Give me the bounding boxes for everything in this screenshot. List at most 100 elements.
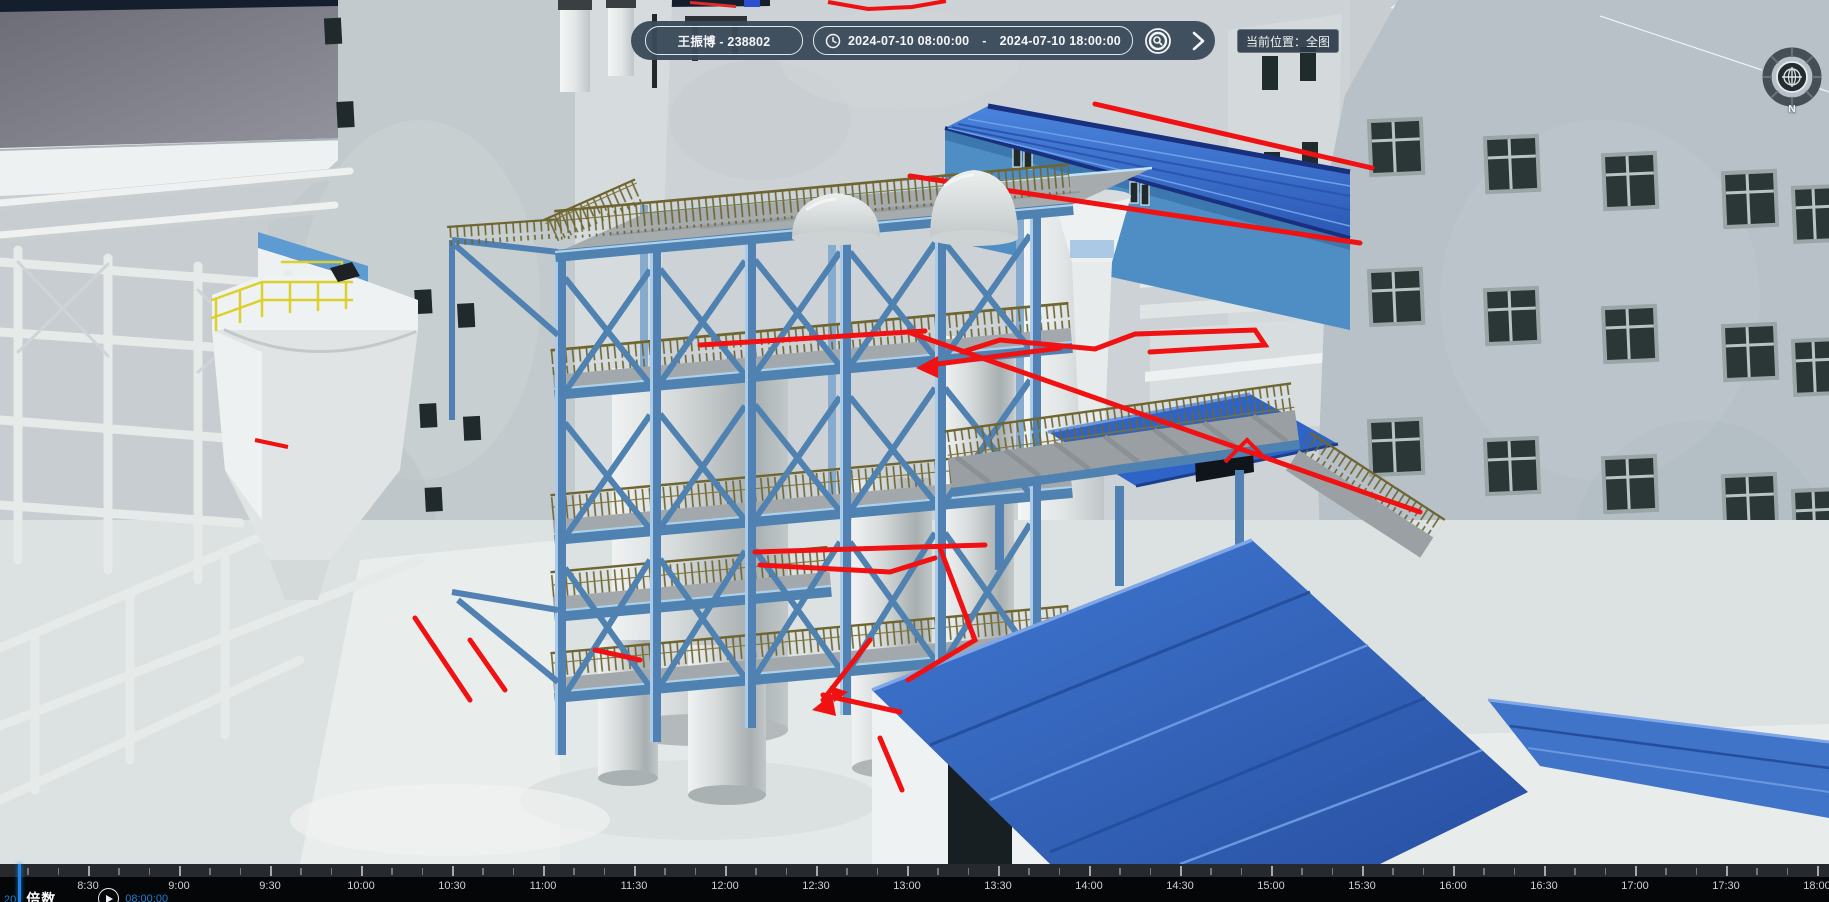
timeline-tick bbox=[725, 866, 727, 876]
timeline-tick bbox=[58, 868, 60, 875]
timeline-tick bbox=[149, 868, 151, 875]
timeline-ruler[interactable] bbox=[0, 864, 1829, 877]
timeline-tick bbox=[1241, 868, 1243, 875]
timeline-tick bbox=[1726, 866, 1728, 876]
timeline-time-label: 9:30 bbox=[259, 880, 280, 892]
timeline-tick bbox=[118, 868, 120, 875]
timeline-time-label: 10:30 bbox=[438, 880, 466, 892]
current-location-text: 当前位置：全图 bbox=[1246, 33, 1330, 50]
timeline-tick bbox=[1059, 868, 1061, 875]
time-separator: - bbox=[982, 34, 986, 48]
timeline-tick bbox=[422, 868, 424, 875]
timeline-tick bbox=[1483, 868, 1485, 875]
timeline-tick bbox=[1028, 868, 1030, 875]
play-button[interactable] bbox=[98, 888, 119, 902]
timeline-tick bbox=[1756, 868, 1758, 875]
timeline-time-label: 16:30 bbox=[1530, 880, 1558, 892]
timeline-tick bbox=[695, 868, 697, 875]
timeline-time-label: 15:30 bbox=[1348, 880, 1376, 892]
timeline-tick bbox=[1574, 868, 1576, 875]
timeline-time-label: 12:00 bbox=[711, 880, 739, 892]
timeline-tick bbox=[786, 868, 788, 875]
timeline-tick bbox=[1271, 866, 1273, 876]
person-selector[interactable]: 王振博 - 238802 bbox=[645, 26, 803, 55]
timeline-tick bbox=[1817, 866, 1819, 876]
timeline-tick bbox=[1392, 868, 1394, 875]
search-target-icon bbox=[1144, 27, 1172, 55]
timeline-tick bbox=[240, 868, 242, 875]
speed-multiplier-label: 倍数 bbox=[26, 889, 56, 902]
timeline-tick bbox=[391, 868, 393, 875]
timeline-tick bbox=[907, 866, 909, 876]
scene-3d bbox=[0, 0, 1829, 864]
time-end: 2024-07-10 18:00:00 bbox=[1000, 34, 1121, 48]
timeline-tick bbox=[88, 866, 90, 876]
timeline-tick bbox=[1787, 868, 1789, 875]
timeline-tick bbox=[1544, 866, 1546, 876]
timeline-tick bbox=[846, 868, 848, 875]
top-toolbar: 王振博 - 238802 2024-07-10 08:00:00 - 2024-… bbox=[631, 21, 1215, 60]
timeline-tick bbox=[1210, 868, 1212, 875]
timeline-time-label: 9:00 bbox=[168, 880, 189, 892]
timeline-time-label: 14:30 bbox=[1166, 880, 1194, 892]
compass-gizmo-icon bbox=[1762, 47, 1822, 107]
scene-3d-viewport[interactable] bbox=[0, 0, 1829, 902]
timeline-time-label: 13:00 bbox=[893, 880, 921, 892]
compass-north-label: N bbox=[1762, 104, 1822, 115]
current-playback-time: 08:00:00 bbox=[125, 893, 168, 902]
timeline-tick bbox=[452, 866, 454, 876]
timeline-tick bbox=[300, 868, 302, 875]
time-start: 2024-07-10 08:00:00 bbox=[848, 34, 969, 48]
speed-value: 20 bbox=[4, 894, 16, 902]
timeline-time-label: 18:00 bbox=[1803, 880, 1829, 892]
current-location-badge: 当前位置：全图 bbox=[1237, 29, 1339, 53]
timeline-time-label: 14:00 bbox=[1075, 880, 1103, 892]
timeline-time-label: 11:30 bbox=[621, 880, 648, 892]
timeline-tick bbox=[1605, 868, 1607, 875]
chevron-right-icon bbox=[1188, 29, 1208, 53]
locate-search-button[interactable] bbox=[1143, 26, 1173, 56]
timeline-time-label: 13:30 bbox=[984, 880, 1012, 892]
timeline-time-label: 10:00 bbox=[347, 880, 375, 892]
time-range-picker[interactable]: 2024-07-10 08:00:00 - 2024-07-10 18:00:0… bbox=[813, 26, 1133, 55]
timeline-tick bbox=[634, 866, 636, 876]
timeline-tick bbox=[1514, 868, 1516, 875]
person-label: 王振博 - 238802 bbox=[678, 31, 771, 50]
timeline-tick bbox=[513, 868, 515, 875]
timeline-tick bbox=[937, 868, 939, 875]
timeline-tick bbox=[482, 868, 484, 875]
timeline-time-label: 17:30 bbox=[1712, 880, 1740, 892]
timeline-time-label: 16:00 bbox=[1439, 880, 1467, 892]
timeline-tick bbox=[543, 866, 545, 876]
timeline-tick bbox=[1332, 868, 1334, 875]
clock-icon bbox=[825, 33, 841, 49]
timeline-tick bbox=[1453, 866, 1455, 876]
timeline-tick bbox=[998, 866, 1000, 876]
playback-controls: 20 倍数 08:00:00 bbox=[0, 886, 168, 902]
timeline-tick bbox=[1665, 868, 1667, 875]
timeline-tick bbox=[816, 866, 818, 876]
timeline-tick bbox=[331, 868, 333, 875]
timeline-tick bbox=[1089, 866, 1091, 876]
timeline-tick bbox=[1301, 868, 1303, 875]
timeline-tick bbox=[755, 868, 757, 875]
timeline-tick bbox=[573, 868, 575, 875]
timeline-tick bbox=[27, 868, 29, 875]
timeline-time-label: 11:00 bbox=[530, 880, 557, 892]
timeline-labels: 8:309:009:3010:0010:3011:0011:3012:0012:… bbox=[0, 877, 1829, 902]
timeline-tick bbox=[361, 866, 363, 876]
timeline-tick bbox=[1362, 866, 1364, 876]
timeline-tick bbox=[1180, 866, 1182, 876]
timeline-tick bbox=[209, 868, 211, 875]
view-compass[interactable]: N bbox=[1762, 47, 1822, 119]
next-button[interactable] bbox=[1183, 26, 1213, 56]
timeline-tick bbox=[1635, 866, 1637, 876]
timeline-tick bbox=[877, 868, 879, 875]
timeline-tick bbox=[604, 868, 606, 875]
timeline-tick bbox=[270, 866, 272, 876]
timeline-tick bbox=[1423, 868, 1425, 875]
timeline-tick bbox=[1119, 868, 1121, 875]
timeline-time-label: 15:00 bbox=[1257, 880, 1285, 892]
timeline-tick bbox=[1150, 868, 1152, 875]
timeline-tick bbox=[968, 868, 970, 875]
